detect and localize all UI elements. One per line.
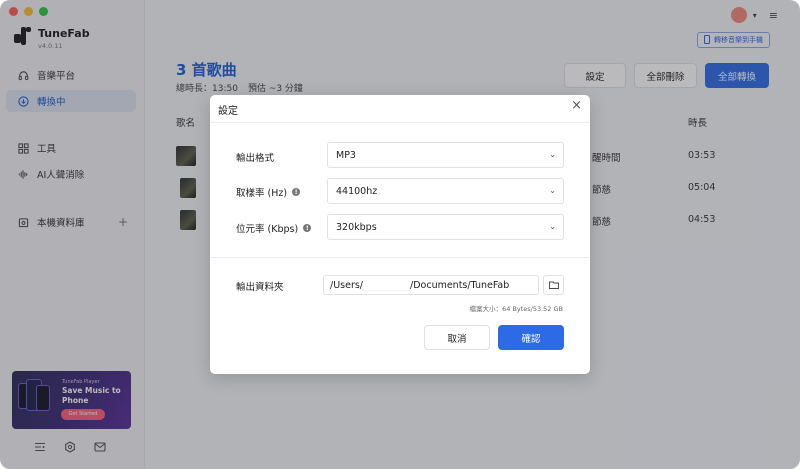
sample-rate-select[interactable]: 44100hz ⌄ bbox=[327, 178, 564, 204]
dialog-title: 設定 bbox=[218, 106, 238, 117]
app-window: TuneFab v4.0.11 音樂平台 轉換中 工具 AI人聲消除 本機資料庫… bbox=[0, 0, 800, 469]
folder-icon bbox=[548, 281, 559, 289]
file-size-info: 檔案大小：64 Bytes/53.52 GB bbox=[469, 305, 563, 313]
sample-rate-label: 取樣率 (Hz) ! bbox=[236, 185, 301, 199]
settings-dialog: 設定 × 輸出格式 MP3 ⌄ 取樣率 (Hz) ! 44100hz ⌄ 位元率… bbox=[210, 95, 590, 374]
cancel-button[interactable]: 取消 bbox=[424, 325, 490, 350]
chevron-down-icon: ⌄ bbox=[549, 222, 556, 231]
chevron-down-icon: ⌄ bbox=[549, 186, 556, 195]
bitrate-select[interactable]: 320kbps ⌄ bbox=[327, 214, 564, 240]
output-format-label: 輸出格式 bbox=[236, 153, 275, 164]
bitrate-label: 位元率 (Kbps) ! bbox=[236, 221, 312, 235]
output-folder-label: 輸出資料夾 bbox=[236, 282, 284, 293]
output-folder-path[interactable]: /Users//Documents/TuneFab bbox=[323, 275, 539, 295]
redacted-username bbox=[363, 279, 411, 291]
browse-folder-button[interactable] bbox=[543, 275, 564, 295]
output-format-select[interactable]: MP3 ⌄ bbox=[327, 142, 564, 168]
chevron-down-icon: ⌄ bbox=[549, 150, 556, 159]
info-icon[interactable]: ! bbox=[292, 188, 301, 196]
divider bbox=[210, 122, 590, 123]
close-icon[interactable]: × bbox=[571, 99, 582, 113]
divider bbox=[210, 257, 590, 258]
confirm-button[interactable]: 確認 bbox=[498, 325, 564, 350]
info-icon[interactable]: ! bbox=[303, 224, 312, 232]
